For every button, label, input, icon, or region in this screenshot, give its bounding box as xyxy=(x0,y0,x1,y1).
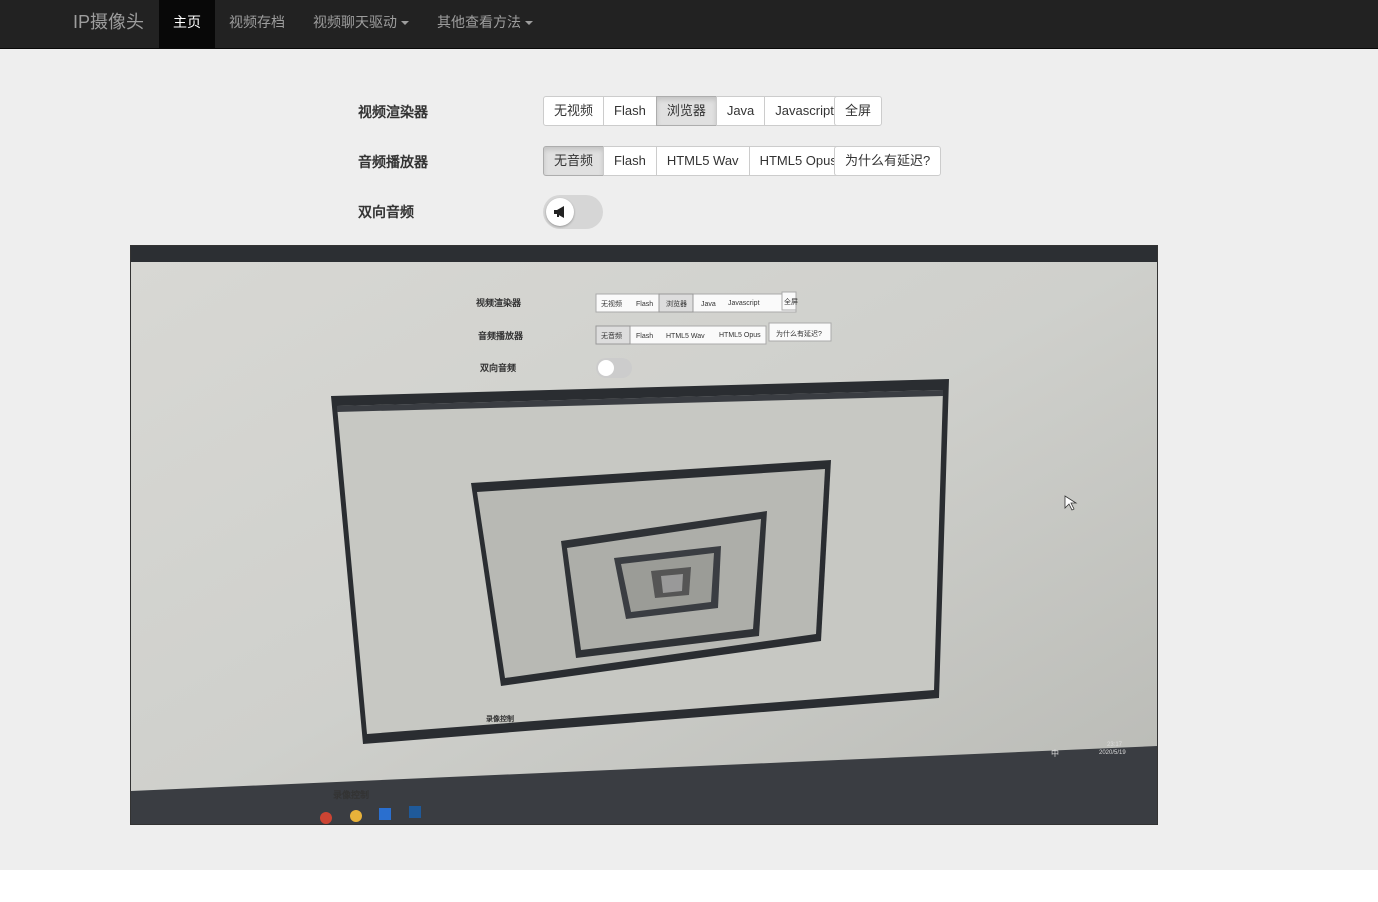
inner-fullscreen-label: 全屏 xyxy=(784,297,798,306)
toggle-knob xyxy=(546,198,574,226)
inner-video-option-java: Java xyxy=(701,301,716,308)
record-control-label: 录像控制 xyxy=(333,789,369,800)
video-option-java[interactable]: Java xyxy=(715,96,766,126)
inner-video-option-javascript: Javascript xyxy=(728,300,760,307)
taskbar-date: 2020/5/19 xyxy=(1099,750,1126,756)
nav-item-video-chat-driver[interactable]: 视频聊天驱动 xyxy=(299,0,423,48)
inner-audio-option-flash: Flash xyxy=(636,333,653,340)
caret-down-icon xyxy=(401,21,409,26)
video-frame: 视频渲染器 音频播放器 双向音频 无视频 Flash 浏览器 Java Java… xyxy=(131,246,1157,824)
audio-option-flash[interactable]: Flash xyxy=(603,146,657,176)
nav-item-other-viewing-methods[interactable]: 其他查看方法 xyxy=(423,0,547,48)
brand-link[interactable]: IP摄像头 xyxy=(73,0,144,48)
video-renderer-label: 视频渲染器 xyxy=(358,104,428,120)
why-delay-button[interactable]: 为什么有延迟? xyxy=(834,146,942,176)
nav-item-label: 主页 xyxy=(173,14,201,30)
inner-video-option-browser: 浏览器 xyxy=(666,299,687,308)
inner-audio-player-label: 音频播放器 xyxy=(478,330,524,341)
inner-video-option-flash: Flash xyxy=(636,301,653,308)
audio-player-group: 无音频 Flash HTML5 Wav HTML5 Opus xyxy=(543,146,848,176)
audio-option-html5-wav[interactable]: HTML5 Wav xyxy=(655,146,750,176)
fullscreen-button[interactable]: 全屏 xyxy=(834,96,883,126)
nav-item-label: 视频存档 xyxy=(229,14,285,30)
two-way-audio-label: 双向音频 xyxy=(358,204,414,220)
video-renderer-group: 无视频 Flash 浏览器 Java Javascript xyxy=(543,96,845,126)
audio-option-none[interactable]: 无音频 xyxy=(543,146,605,176)
nav-menu: 主页 视频存档 视频聊天驱动 其他查看方法 xyxy=(159,0,547,48)
audio-player-label: 音频播放器 xyxy=(358,154,428,170)
inner-record-control-label: 录像控制 xyxy=(486,714,514,723)
video-option-flash[interactable]: Flash xyxy=(603,96,657,126)
megaphone-icon xyxy=(554,206,564,218)
video-option-javascript[interactable]: Javascript xyxy=(764,96,845,126)
caret-down-icon xyxy=(525,21,533,26)
video-option-browser[interactable]: 浏览器 xyxy=(655,96,717,126)
taskbar-lang: 中 xyxy=(1051,748,1059,758)
inner-why-delay-label: 为什么有延迟? xyxy=(776,329,822,338)
nav-item-home[interactable]: 主页 xyxy=(159,0,215,48)
two-way-audio-toggle[interactable] xyxy=(543,195,603,229)
inner-audio-option-wav: HTML5 Wav xyxy=(666,333,705,340)
camera-video-feed[interactable]: 视频渲染器 音频播放器 双向音频 无视频 Flash 浏览器 Java Java… xyxy=(130,245,1158,825)
inner-audio-option-none: 无音频 xyxy=(601,331,622,340)
main-content: 视频渲染器 无视频 Flash 浏览器 Java Javascript 全屏 音… xyxy=(0,49,1378,870)
audio-option-html5-opus[interactable]: HTML5 Opus xyxy=(748,146,848,176)
inner-video-option-none: 无视频 xyxy=(601,299,622,308)
inner-audio-option-opus: HTML5 Opus xyxy=(719,332,761,339)
nav-item-label: 视频聊天驱动 xyxy=(313,14,397,30)
inner-video-renderer-label: 视频渲染器 xyxy=(476,297,522,308)
nav-item-label: 其他查看方法 xyxy=(437,14,521,30)
inner-two-way-audio-label: 双向音频 xyxy=(480,362,516,373)
video-option-none[interactable]: 无视频 xyxy=(543,96,605,126)
taskbar-time: 23:17 xyxy=(1107,742,1123,748)
top-navbar: IP摄像头 主页 视频存档 视频聊天驱动 其他查看方法 xyxy=(0,0,1378,49)
nav-item-video-archive[interactable]: 视频存档 xyxy=(215,0,299,48)
